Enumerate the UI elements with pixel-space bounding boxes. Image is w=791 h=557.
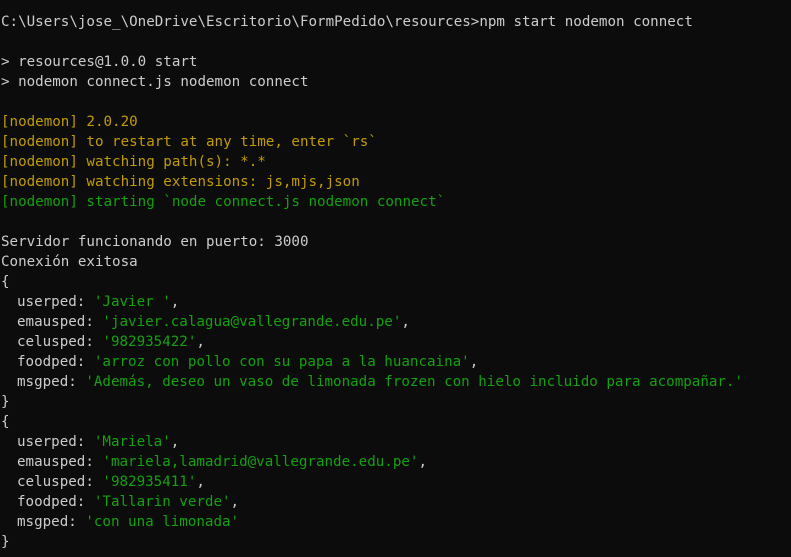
- field-value: '982935411': [102, 474, 197, 490]
- terminal-window[interactable]: C:\Users\jose_\OneDrive\Escritorio\FormP…: [0, 0, 791, 557]
- field-key: msgped:: [17, 514, 86, 530]
- field-value: 'javier.calagua@vallegrande.edu.pe': [102, 314, 402, 330]
- nodemon-text: watching extensions: js,mjs,json: [77, 174, 360, 190]
- object-close-brace: }: [1, 394, 10, 410]
- nodemon-tag: [nodemon]: [1, 114, 78, 130]
- npm-command-line: > nodemon connect.js nodemon connect: [1, 74, 309, 90]
- nodemon-tag: [nodemon]: [1, 154, 78, 170]
- nodemon-version-line: [nodemon] 2.0.20: [0, 112, 791, 132]
- record-field-emausped: emausped: 'mariela,lamadrid@vallegrande.…: [0, 452, 791, 472]
- nodemon-restart-line: [nodemon] to restart at any time, enter …: [0, 132, 791, 152]
- field-key: celusped:: [17, 334, 103, 350]
- nodemon-text: 2.0.20: [77, 114, 138, 130]
- nodemon-text: watching path(s): *.*: [77, 154, 266, 170]
- nodemon-tag: [nodemon]: [1, 134, 78, 150]
- record-field-celusped: celusped: '982935411',: [0, 472, 791, 492]
- field-key: msgped:: [17, 374, 86, 390]
- field-key: celusped:: [17, 474, 103, 490]
- nodemon-tag: [nodemon]: [1, 174, 78, 190]
- field-comma: ,: [196, 334, 205, 350]
- field-key: emausped:: [17, 314, 103, 330]
- nodemon-text: starting `node connect.js nodemon connec…: [77, 194, 446, 210]
- field-key: foodped:: [17, 494, 94, 510]
- field-value: 'mariela,lamadrid@vallegrande.edu.pe': [102, 454, 419, 470]
- record-field-userped: userped: 'Mariela',: [0, 432, 791, 452]
- field-value: 'arroz con pollo con su papa a la huanca…: [93, 354, 470, 370]
- record-field-msgped: msgped: 'con una limonada': [0, 512, 791, 532]
- field-key: foodped:: [17, 354, 94, 370]
- prompt-command-line: C:\Users\jose_\OneDrive\Escritorio\FormP…: [1, 14, 693, 30]
- server-message: Servidor funcionando en puerto: 3000: [1, 234, 309, 250]
- field-comma: ,: [170, 434, 180, 450]
- object-open-brace: {: [1, 274, 10, 290]
- field-comma: ,: [401, 314, 410, 330]
- field-key: userped:: [17, 294, 94, 310]
- record-field-emausped: emausped: 'javier.calagua@vallegrande.ed…: [0, 312, 791, 332]
- record-field-celusped: celusped: '982935422',: [0, 332, 791, 352]
- nodemon-tag: [nodemon]: [1, 194, 78, 210]
- field-value: 'Además, deseo un vaso de limonada froze…: [85, 374, 744, 390]
- record-field-userped: userped: 'Javier ',: [0, 292, 791, 312]
- field-key: userped:: [17, 434, 94, 450]
- record-field-msgped: msgped: 'Además, deseo un vaso de limona…: [0, 372, 791, 392]
- field-value: 'con una limonada': [85, 514, 240, 530]
- object-open-brace: {: [1, 414, 10, 430]
- npm-start-line: > resources@1.0.0 start: [1, 54, 198, 70]
- field-comma: ,: [230, 494, 240, 510]
- nodemon-watch-path-line: [nodemon] watching path(s): *.*: [0, 152, 791, 172]
- nodemon-starting-line: [nodemon] starting `node connect.js node…: [0, 192, 791, 212]
- field-value: 'Javier ': [93, 294, 171, 310]
- field-value: '982935422': [102, 334, 197, 350]
- record-field-foodped: foodped: 'Tallarin verde',: [0, 492, 791, 512]
- field-value: 'Mariela': [93, 434, 171, 450]
- field-comma: ,: [170, 294, 180, 310]
- record-field-foodped: foodped: 'arroz con pollo con su papa a …: [0, 352, 791, 372]
- field-comma: ,: [469, 354, 479, 370]
- nodemon-text: to restart at any time, enter `rs`: [77, 134, 377, 150]
- field-key: emausped:: [17, 454, 103, 470]
- nodemon-watch-ext-line: [nodemon] watching extensions: js,mjs,js…: [0, 172, 791, 192]
- field-comma: ,: [418, 454, 428, 470]
- connection-message: Conexión exitosa: [1, 254, 138, 270]
- field-value: 'Tallarin verde': [93, 494, 231, 510]
- field-comma: ,: [196, 474, 205, 490]
- object-close-brace: }: [1, 534, 10, 550]
